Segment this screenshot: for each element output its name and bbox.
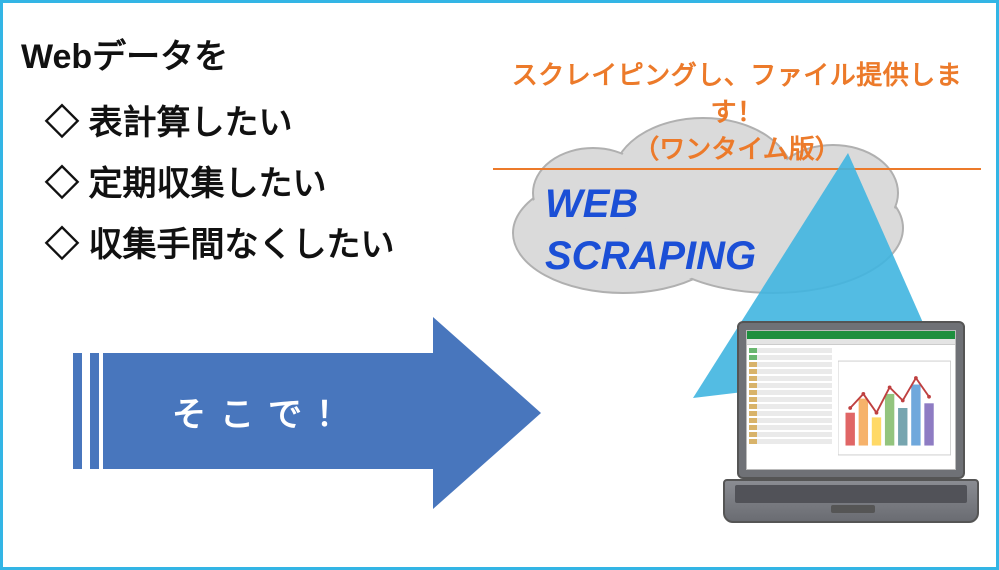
arrow-stripes-icon xyxy=(73,353,107,469)
web-scraping-title: WEB SCRAPING xyxy=(545,178,756,282)
arrow-body: そこで！ xyxy=(103,353,433,469)
chart-icon xyxy=(834,345,955,469)
spreadsheet-icon xyxy=(746,330,956,470)
list-item: ◇ 収集手間なくしたい xyxy=(45,217,394,266)
list-item: ◇ 表計算したい xyxy=(45,95,394,144)
left-title: Webデータを xyxy=(21,29,228,78)
ws-line2: SCRAPING xyxy=(545,230,756,282)
arrow-label: そこで！ xyxy=(172,387,364,436)
ws-line1: WEB xyxy=(545,178,756,230)
laptop-icon xyxy=(723,321,979,539)
orange-line1: スクレイピングし、ファイル提供します！ xyxy=(493,55,981,129)
arrow-head-icon xyxy=(433,317,541,509)
list-item: ◇ 定期収集したい xyxy=(45,156,394,205)
left-list: ◇ 表計算したい ◇ 定期収集したい ◇ 収集手間なくしたい xyxy=(45,83,394,278)
